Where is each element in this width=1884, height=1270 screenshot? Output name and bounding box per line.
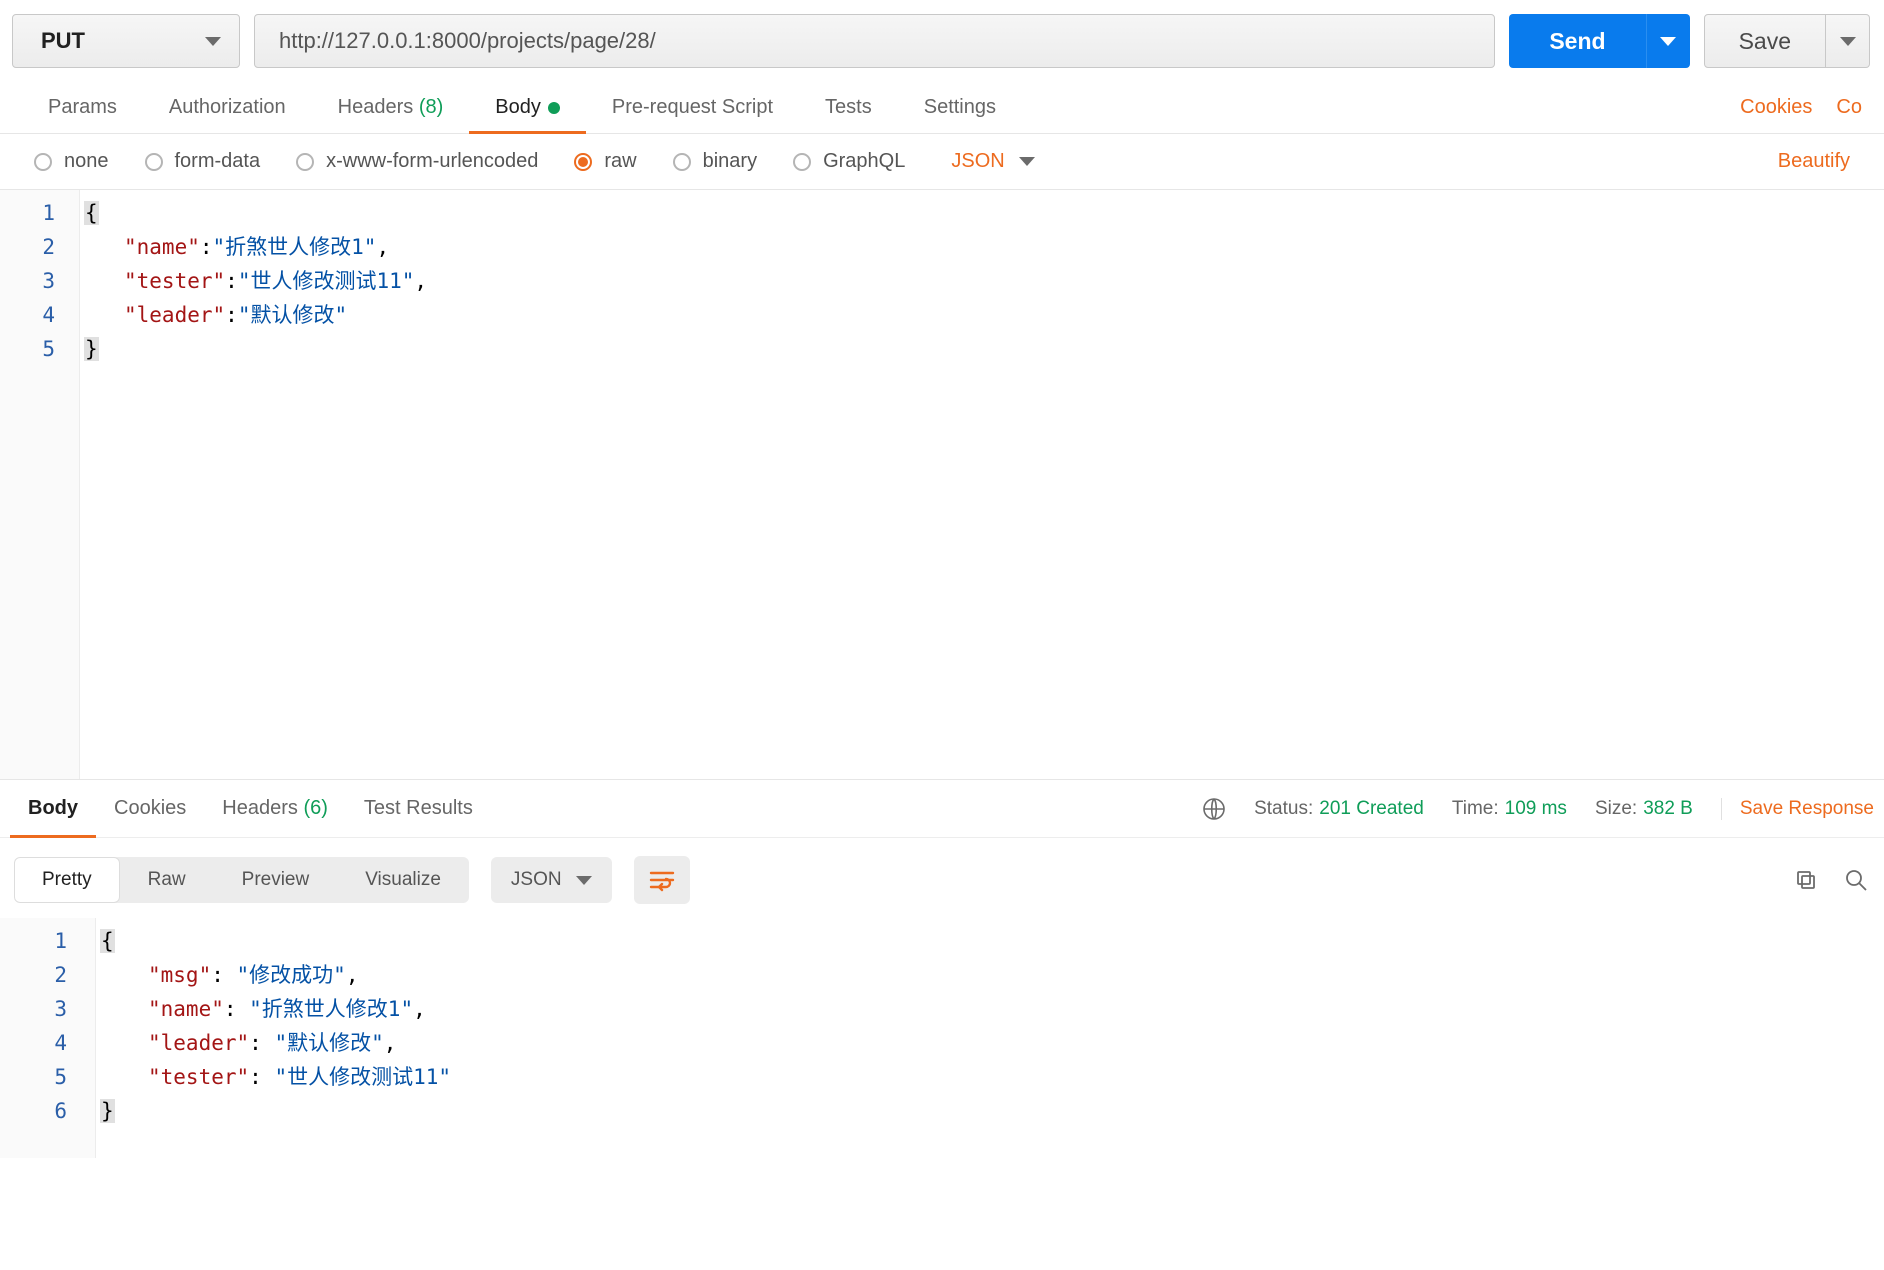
http-method-select[interactable]: PUT [12,14,240,68]
response-format-select[interactable]: JSON [491,857,612,903]
tab-prerequest[interactable]: Pre-request Script [586,82,799,133]
resp-tab-body[interactable]: Body [10,780,96,837]
save-response-link[interactable]: Save Response [1721,798,1874,820]
send-button-group: Send [1509,14,1689,68]
body-type-binary[interactable]: binary [673,150,757,173]
chevron-down-icon [1660,37,1676,46]
tab-settings[interactable]: Settings [898,82,1022,133]
chevron-down-icon [576,876,592,885]
wrap-lines-button[interactable] [634,856,690,904]
search-icon[interactable] [1842,866,1870,894]
tab-params[interactable]: Params [22,82,143,133]
body-type-row: none form-data x-www-form-urlencoded raw… [0,134,1884,190]
globe-icon[interactable] [1202,797,1226,821]
resp-tab-cookies[interactable]: Cookies [96,780,204,837]
response-controls: Pretty Raw Preview Visualize JSON [0,838,1884,918]
view-raw[interactable]: Raw [120,857,214,903]
request-tabs: Params Authorization Headers (8) Body Pr… [0,82,1884,134]
send-button-dropdown[interactable] [1646,14,1690,68]
body-type-graphql[interactable]: GraphQL [793,150,905,173]
request-url-input[interactable]: http://127.0.0.1:8000/projects/page/28/ [254,14,1495,68]
save-button[interactable]: Save [1704,14,1826,68]
code-area[interactable]: {"name":"折煞世人修改1","tester":"世人修改测试11","l… [80,190,1884,779]
request-body-editor[interactable]: 12345 {"name":"折煞世人修改1","tester":"世人修改测试… [0,190,1884,780]
code-area[interactable]: {"msg": "修改成功","name": "折煞世人修改1","leader… [96,918,1884,1158]
body-format-select[interactable]: JSON [951,150,1034,173]
view-visualize[interactable]: Visualize [337,857,469,903]
request-url-bar: PUT http://127.0.0.1:8000/projects/page/… [0,0,1884,82]
view-preview[interactable]: Preview [214,857,338,903]
line-gutter: 12345 [0,190,80,779]
request-tabs-right: Cookies Co [1740,96,1862,119]
time-meta: Time:109 ms [1452,798,1567,820]
body-type-none[interactable]: none [34,150,109,173]
chevron-down-icon [1840,37,1856,46]
view-pretty[interactable]: Pretty [14,857,120,903]
chevron-down-icon [205,37,221,46]
response-tabs: Body Cookies Headers (6) Test Results St… [0,780,1884,838]
body-type-xwww[interactable]: x-www-form-urlencoded [296,150,538,173]
tab-headers[interactable]: Headers (8) [312,82,470,133]
response-body-viewer: 123456 {"msg": "修改成功","name": "折煞世人修改1",… [0,918,1884,1158]
response-meta: Status:201 Created Time:109 ms Size:382 … [1202,797,1874,821]
resp-tab-headers[interactable]: Headers (6) [204,780,346,837]
beautify-link[interactable]: Beautify [1778,150,1850,173]
save-button-group: Save [1704,14,1870,68]
size-meta: Size:382 B [1595,798,1693,820]
line-gutter: 123456 [0,918,96,1158]
body-type-raw[interactable]: raw [574,150,636,173]
tab-tests[interactable]: Tests [799,82,898,133]
copy-icon[interactable] [1792,866,1820,894]
tab-authorization[interactable]: Authorization [143,82,312,133]
unsaved-dot-icon [548,102,560,114]
tab-body[interactable]: Body [469,82,586,133]
cookies-link[interactable]: Cookies [1740,96,1812,119]
code-link[interactable]: Co [1836,96,1862,119]
status-meta: Status:201 Created [1254,798,1424,820]
http-method-value: PUT [41,28,85,54]
view-mode-segmented: Pretty Raw Preview Visualize [14,857,469,903]
resp-tab-testresults[interactable]: Test Results [346,780,491,837]
send-button[interactable]: Send [1509,14,1645,68]
body-type-formdata[interactable]: form-data [145,150,261,173]
save-button-dropdown[interactable] [1826,14,1870,68]
chevron-down-icon [1019,157,1035,166]
